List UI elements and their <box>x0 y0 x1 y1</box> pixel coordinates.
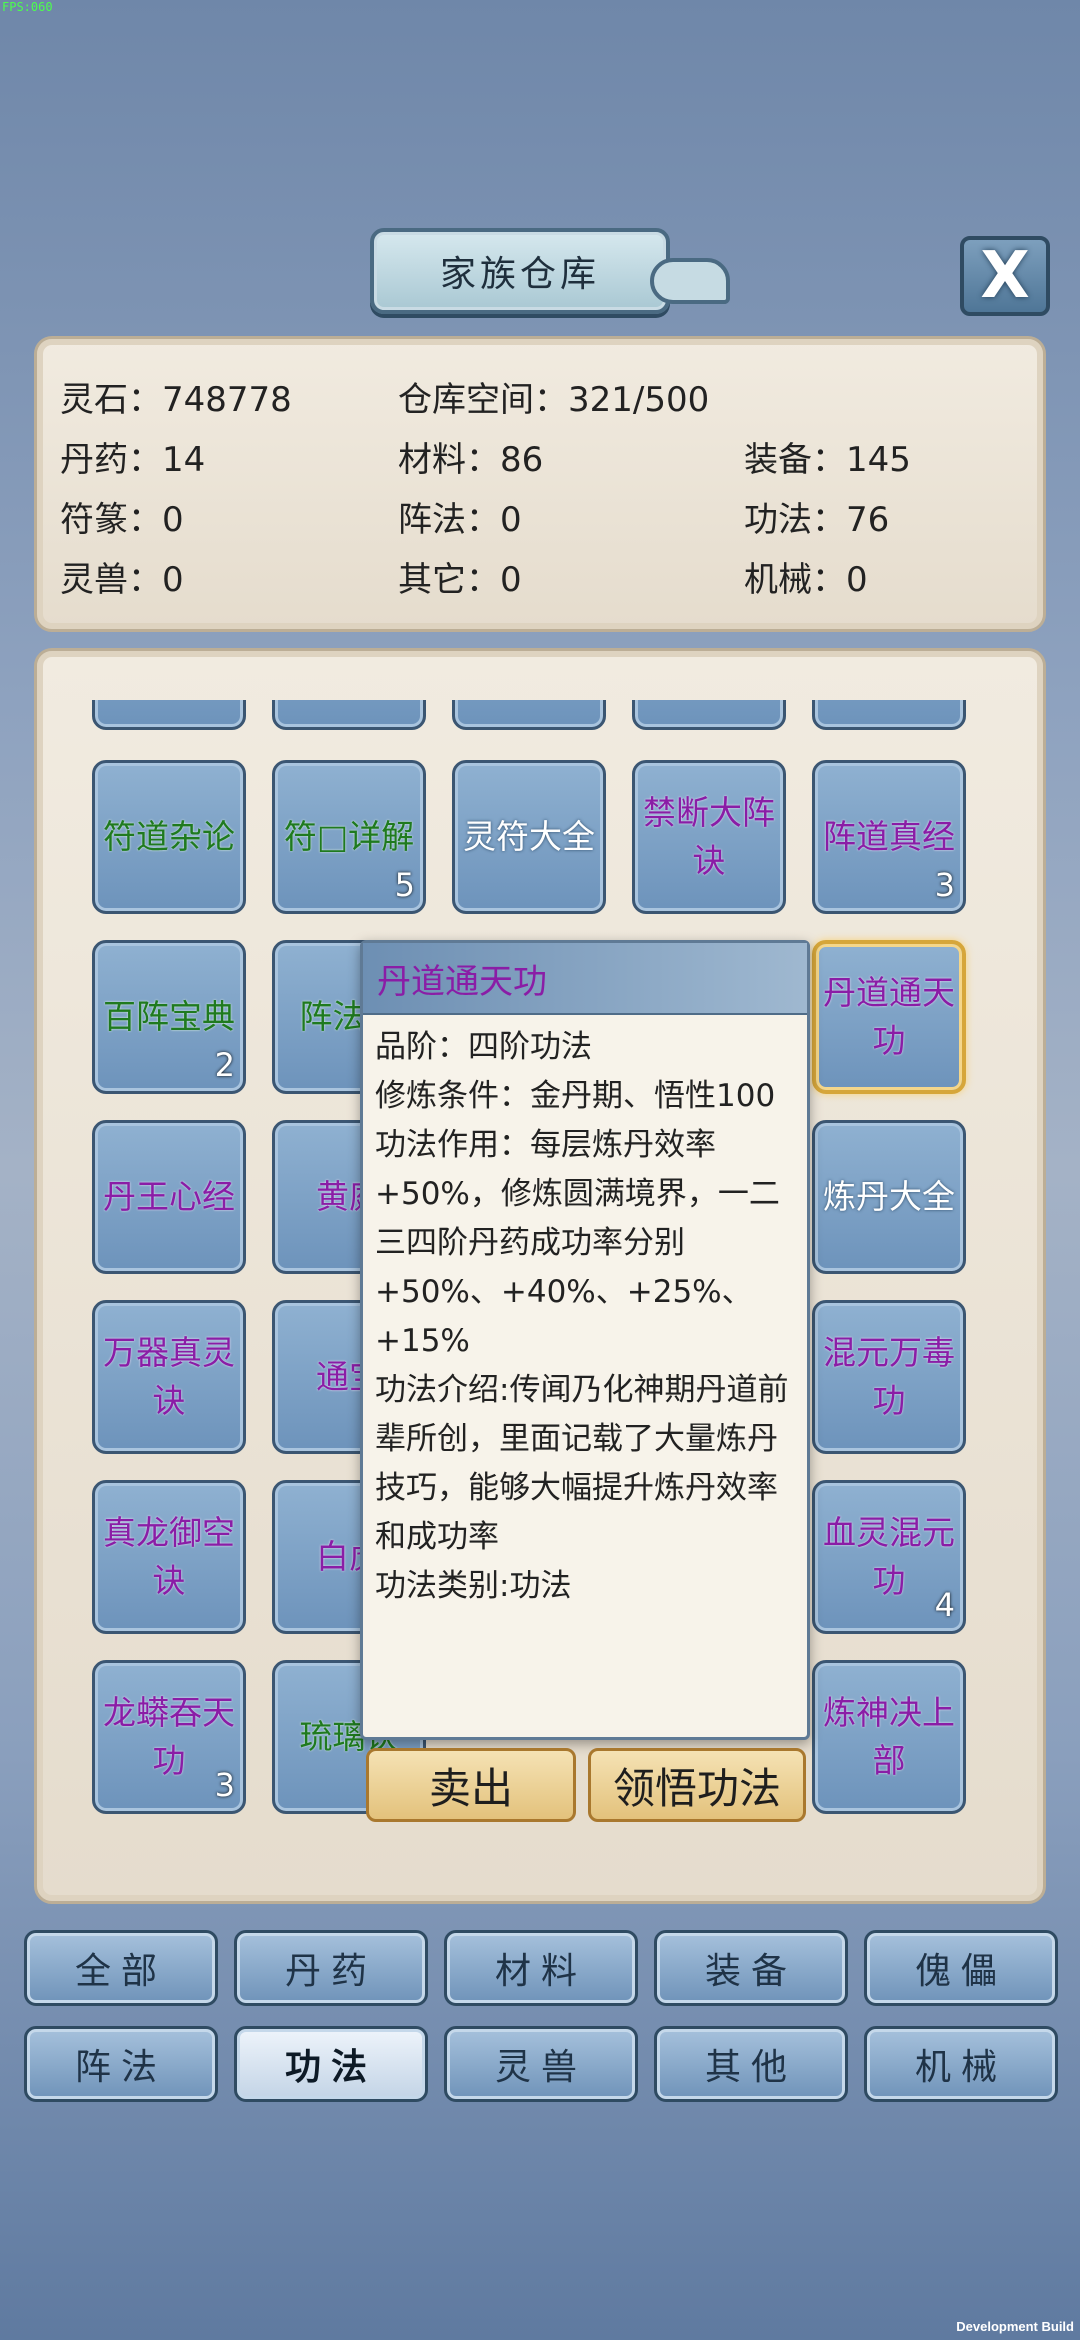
inventory-slot[interactable]: 龙蟒吞天功 3 <box>92 1660 246 1814</box>
tab-puppets[interactable]: 傀儡 <box>864 1930 1058 2006</box>
stat-materials: 材料：86 <box>398 440 544 480</box>
stat-formations: 阵法：0 <box>398 500 522 540</box>
item-name: 炼丹大全 <box>823 1177 955 1216</box>
item-name: 符□详解 <box>283 817 415 856</box>
tab-formations[interactable]: 阵法 <box>24 2026 218 2102</box>
tooltip-title: 丹道通天功 <box>363 943 807 1015</box>
inventory-slot[interactable]: 灵符大全 <box>452 760 606 914</box>
tab-techniques[interactable]: 功法 <box>234 2026 428 2102</box>
item-name: 禁断大阵诀 <box>643 793 775 880</box>
tooltip-effect: 功法作用：每层炼丹效率+50%，修炼圆满境界，一二三四阶丹药成功率分别+50%、… <box>375 1127 780 1359</box>
tab-pills[interactable]: 丹药 <box>234 1930 428 2006</box>
item-count: 3 <box>934 866 955 904</box>
tab-other[interactable]: 其他 <box>654 2026 848 2102</box>
item-name: 符道杂论 <box>103 817 235 856</box>
item-tooltip: 丹道通天功 品阶：四阶功法 修炼条件：金丹期、悟性100 功法作用：每层炼丹效率… <box>360 940 810 1740</box>
inventory-slot-partial[interactable] <box>452 700 606 730</box>
stat-pills: 丹药：14 <box>60 440 206 480</box>
item-name: 阵道真经 <box>823 817 955 856</box>
tab-equipment[interactable]: 装备 <box>654 1930 848 2006</box>
inventory-slot-partial[interactable] <box>812 700 966 730</box>
stat-spirit-stone: 灵石：748778 <box>60 380 292 420</box>
cloud-ornament-icon <box>650 258 730 304</box>
inventory-slot-selected[interactable]: 丹道通天功 <box>812 940 966 1094</box>
stat-equipment: 装备：145 <box>744 440 911 480</box>
item-name: 炼神决上部 <box>823 1693 955 1780</box>
inventory-slot[interactable]: 百阵宝典 2 <box>92 940 246 1094</box>
tooltip-intro: 功法介绍:传闻乃化神期丹道前辈所创，里面记载了大量炼丹技巧，能够大幅提升炼丹效率… <box>375 1372 789 1555</box>
sell-button[interactable]: 卖出 <box>366 1748 576 1822</box>
inventory-slot[interactable]: 符道杂论 <box>92 760 246 914</box>
item-name: 丹王心经 <box>103 1177 235 1216</box>
inventory-slot[interactable]: 真龙御空诀 <box>92 1480 246 1634</box>
inventory-slot[interactable]: 符□详解 5 <box>272 760 426 914</box>
item-count: 4 <box>934 1586 955 1624</box>
stat-machinery: 机械：0 <box>744 560 868 600</box>
tooltip-grade: 品阶：四阶功法 <box>375 1029 592 1065</box>
item-count: 2 <box>214 1046 235 1084</box>
stat-techniques: 功法：76 <box>744 500 890 540</box>
inventory-slot-partial[interactable] <box>632 700 786 730</box>
item-name: 混元万毒功 <box>823 1333 955 1420</box>
tab-materials[interactable]: 材料 <box>444 1930 638 2006</box>
inventory-slot[interactable]: 丹王心经 <box>92 1120 246 1274</box>
inventory-slot[interactable]: 万器真灵诀 <box>92 1300 246 1454</box>
inventory-slot[interactable]: 混元万毒功 <box>812 1300 966 1454</box>
stat-other: 其它：0 <box>398 560 522 600</box>
tooltip-category: 功法类别:功法 <box>375 1568 572 1604</box>
inventory-slot[interactable]: 禁断大阵诀 <box>632 760 786 914</box>
stat-talismans: 符篆：0 <box>60 500 184 540</box>
item-count: 3 <box>214 1766 235 1804</box>
tab-all[interactable]: 全部 <box>24 1930 218 2006</box>
item-name: 万器真灵诀 <box>103 1333 235 1420</box>
item-count: 5 <box>394 866 415 904</box>
tooltip-requirement: 修炼条件：金丹期、悟性100 <box>375 1078 776 1114</box>
fps-counter: FPS:060 <box>2 0 53 14</box>
item-name: 真龙御空诀 <box>103 1513 235 1600</box>
inventory-slot-partial[interactable] <box>92 700 246 730</box>
dev-build-label: Development Build <box>956 2319 1074 2334</box>
tab-machinery[interactable]: 机械 <box>864 2026 1058 2102</box>
learn-technique-button[interactable]: 领悟功法 <box>588 1748 806 1822</box>
inventory-slot-partial[interactable] <box>272 700 426 730</box>
close-button[interactable]: X <box>960 236 1050 316</box>
page-title: 家族仓库 <box>370 228 670 314</box>
inventory-slot[interactable]: 炼丹大全 <box>812 1120 966 1274</box>
inventory-slot[interactable]: 血灵混元功 4 <box>812 1480 966 1634</box>
item-name: 丹道通天功 <box>823 973 955 1060</box>
stat-storage-space: 仓库空间：321/500 <box>398 380 710 420</box>
stat-beasts: 灵兽：0 <box>60 560 184 600</box>
tab-beasts[interactable]: 灵兽 <box>444 2026 638 2102</box>
inventory-slot[interactable]: 炼神决上部 <box>812 1660 966 1814</box>
item-name: 灵符大全 <box>463 817 595 856</box>
inventory-slot[interactable]: 阵道真经 3 <box>812 760 966 914</box>
item-name: 百阵宝典 <box>103 997 235 1036</box>
